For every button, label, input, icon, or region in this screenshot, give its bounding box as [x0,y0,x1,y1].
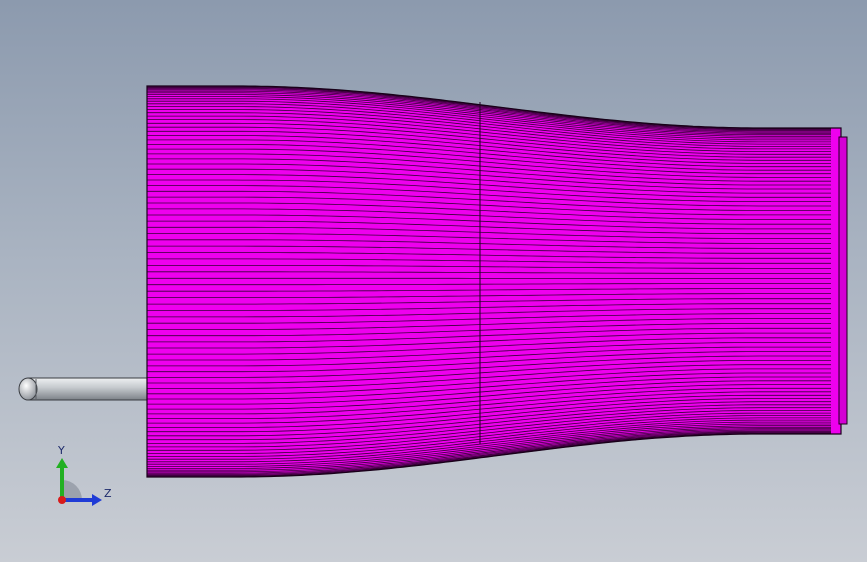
tapered-body[interactable] [146,85,842,478]
end-flange[interactable] [838,136,848,425]
axis-triad: Y Z [50,440,120,510]
graphics-viewport[interactable]: Y Z [0,0,867,562]
z-axis-label: Z [104,487,112,500]
x-axis-dot [58,496,66,504]
model-view[interactable] [0,0,867,562]
y-axis-label: Y [57,444,65,457]
shaft[interactable] [18,377,149,401]
